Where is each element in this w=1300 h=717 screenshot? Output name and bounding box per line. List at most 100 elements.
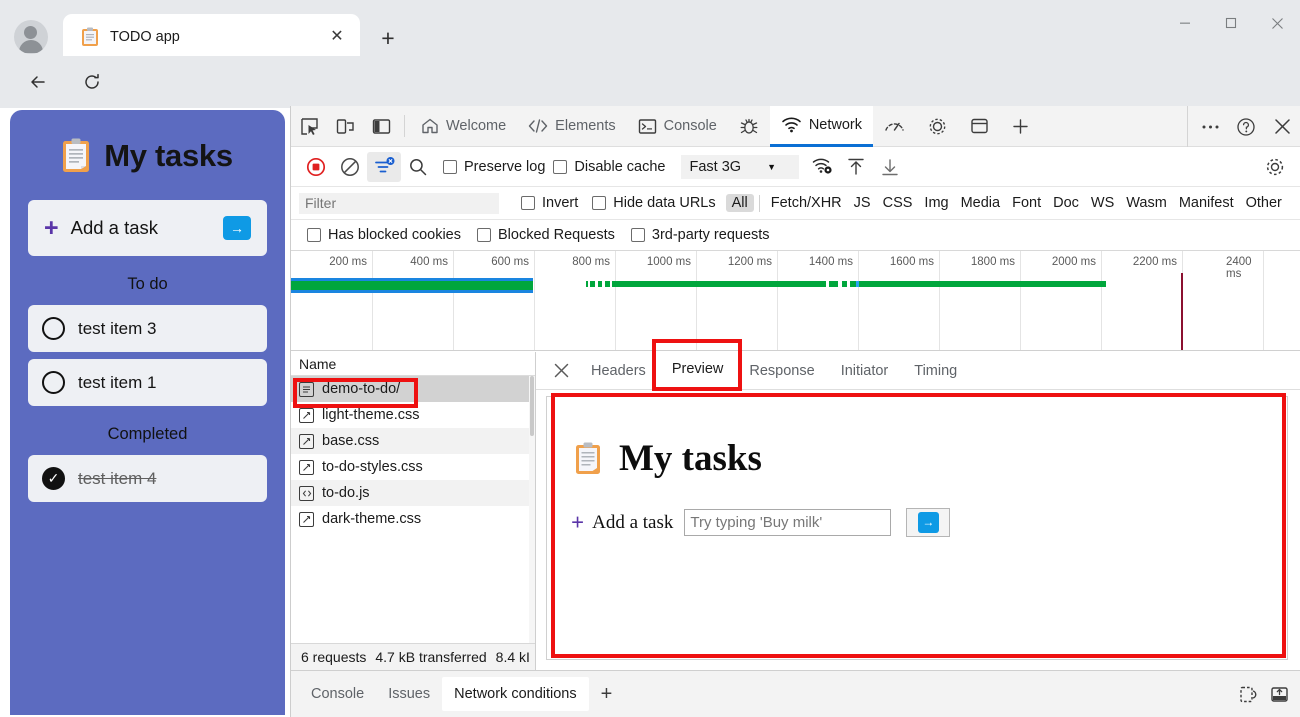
device-toolbar-icon[interactable] [327,107,363,145]
request-row-dark-theme-css[interactable]: dark-theme.css [291,506,535,532]
resource-type-ws[interactable]: WS [1085,194,1120,212]
third-party-requests-checkbox[interactable]: 3rd-party requests [630,227,770,243]
disable-cache-checkbox[interactable]: Disable cache [553,159,665,175]
tab-headers[interactable]: Headers [578,352,659,390]
filter-input[interactable]: Filter [299,192,499,214]
drawer-toggle-icon[interactable] [1238,684,1259,705]
resource-type-font[interactable]: Font [1006,194,1047,212]
tab-initiator[interactable]: Initiator [828,352,902,390]
drawer-tab-console[interactable]: Console [299,677,376,711]
dock-bottom-icon[interactable] [1269,684,1290,705]
network-settings-icon[interactable] [805,152,839,182]
tab-elements[interactable]: Elements [517,106,626,147]
arrow-right-icon: → [917,512,939,533]
throttling-select[interactable]: Fast 3G ▼ [681,154,800,179]
overview-tick: 600 ms [491,256,529,268]
request-row-demo-to-do[interactable]: demo-to-do/ [291,376,535,402]
network-status-bar: 6 requests 4.7 kB transferred 8.4 kI [291,643,535,670]
checkbox-circle-icon[interactable] [42,317,65,340]
tab-response[interactable]: Response [736,352,827,390]
tab-network[interactable]: Network [769,105,874,147]
record-stop-icon[interactable] [299,152,333,182]
request-list-scrollbar[interactable] [529,376,535,643]
hide-data-urls-checkbox[interactable]: Hide data URLs [592,195,716,211]
devtools-panel: Welcome Elements Console Network Preserv… [290,105,1300,717]
resource-type-all[interactable]: All [725,194,754,212]
overview-tick: 1800 ms [970,256,1015,268]
download-arrow-icon[interactable] [873,152,907,182]
resource-type-media[interactable]: Media [955,194,1007,212]
tab-welcome[interactable]: Welcome [410,106,517,147]
settings-gear-icon[interactable] [1258,152,1292,182]
search-icon[interactable] [401,152,435,182]
drawer-add-tab-icon[interactable]: + [589,677,625,711]
maximize-icon[interactable] [1208,0,1254,46]
upload-arrow-icon[interactable] [839,152,873,182]
application-icon [970,117,989,135]
tab-preview[interactable]: Preview [658,351,737,390]
has-blocked-cookies-checkbox[interactable]: Has blocked cookies [307,227,461,243]
close-devtools-icon[interactable] [1264,108,1300,146]
minimize-icon[interactable] [1162,0,1208,46]
resource-type-fetchxhr[interactable]: Fetch/XHR [765,194,848,212]
close-detail-icon[interactable] [544,355,578,387]
tab-sources[interactable] [728,106,770,147]
request-row-light-theme-css[interactable]: light-theme.css [291,402,535,428]
submit-task-button[interactable]: → [223,216,251,240]
tab-application[interactable] [959,106,1000,147]
browser-window: TODO app ✕ + My tasks + Add a task → To … [0,0,1300,717]
task-text: test item 3 [78,318,157,338]
resource-type-other[interactable]: Other [1240,194,1288,212]
tab-performance[interactable] [873,106,916,147]
inspect-element-icon[interactable] [291,107,327,145]
task-text: test item 4 [78,468,157,488]
resource-type-wasm[interactable]: Wasm [1120,194,1173,212]
overview-band-assets [586,281,1106,287]
request-row-base-css[interactable]: base.css [291,428,535,454]
checkbox-icon [307,228,321,242]
network-overview-timeline[interactable]: 200 ms 400 ms 600 ms 800 ms 1000 ms 1200… [291,251,1300,351]
preview-task-input[interactable]: Try typing 'Buy milk' [684,509,892,536]
clear-icon[interactable] [333,152,367,182]
resource-type-css[interactable]: CSS [877,194,919,212]
tab-timing[interactable]: Timing [901,352,970,390]
resource-type-manifest[interactable]: Manifest [1173,194,1240,212]
close-icon[interactable]: ✕ [324,24,350,50]
list-item[interactable]: test item 3 [28,305,267,352]
list-item[interactable]: ✓ test item 4 [28,455,267,502]
devtools-drawer: Console Issues Network conditions + [291,670,1300,717]
sources-bug-icon [739,117,759,136]
back-button[interactable] [20,64,56,100]
dock-side-icon[interactable] [363,107,399,145]
filter-icon[interactable] [367,151,401,182]
help-icon[interactable] [1228,108,1264,146]
tab-console[interactable]: Console [627,106,728,147]
list-item[interactable]: test item 1 [28,359,267,406]
browser-address-row: https://microsoftedge.github.io/Demos/de… [0,56,1300,156]
checkbox-checked-icon[interactable]: ✓ [42,467,65,490]
preserve-log-checkbox[interactable]: Preserve log [443,159,545,175]
drawer-tab-network-conditions[interactable]: Network conditions [442,677,589,711]
profile-avatar[interactable] [14,20,48,54]
invert-checkbox[interactable]: Invert [521,195,578,211]
reload-button[interactable] [74,64,110,100]
overview-tick: 200 ms [329,256,367,268]
request-row-to-do-styles-css[interactable]: to-do-styles.css [291,454,535,480]
request-row-to-do-js[interactable]: to-do.js [291,480,535,506]
resource-type-js[interactable]: JS [848,194,877,212]
tab-memory[interactable] [916,106,959,147]
add-task-row[interactable]: + Add a task → [28,200,267,256]
checkbox-circle-icon[interactable] [42,371,65,394]
resource-type-doc[interactable]: Doc [1047,194,1085,212]
drawer-tab-issues[interactable]: Issues [376,677,442,711]
close-window-icon[interactable] [1254,0,1300,46]
browser-tab[interactable]: TODO app ✕ [63,14,360,60]
more-options-icon[interactable] [1192,108,1228,146]
resource-type-img[interactable]: Img [918,194,954,212]
request-list-header[interactable]: Name [291,352,535,376]
todo-app-header: My tasks [28,138,267,174]
more-tabs-plus-icon[interactable] [1000,106,1041,147]
blocked-requests-checkbox[interactable]: Blocked Requests [477,227,615,243]
new-tab-button[interactable]: + [372,22,404,54]
preview-submit-task-button[interactable]: → [906,508,951,537]
